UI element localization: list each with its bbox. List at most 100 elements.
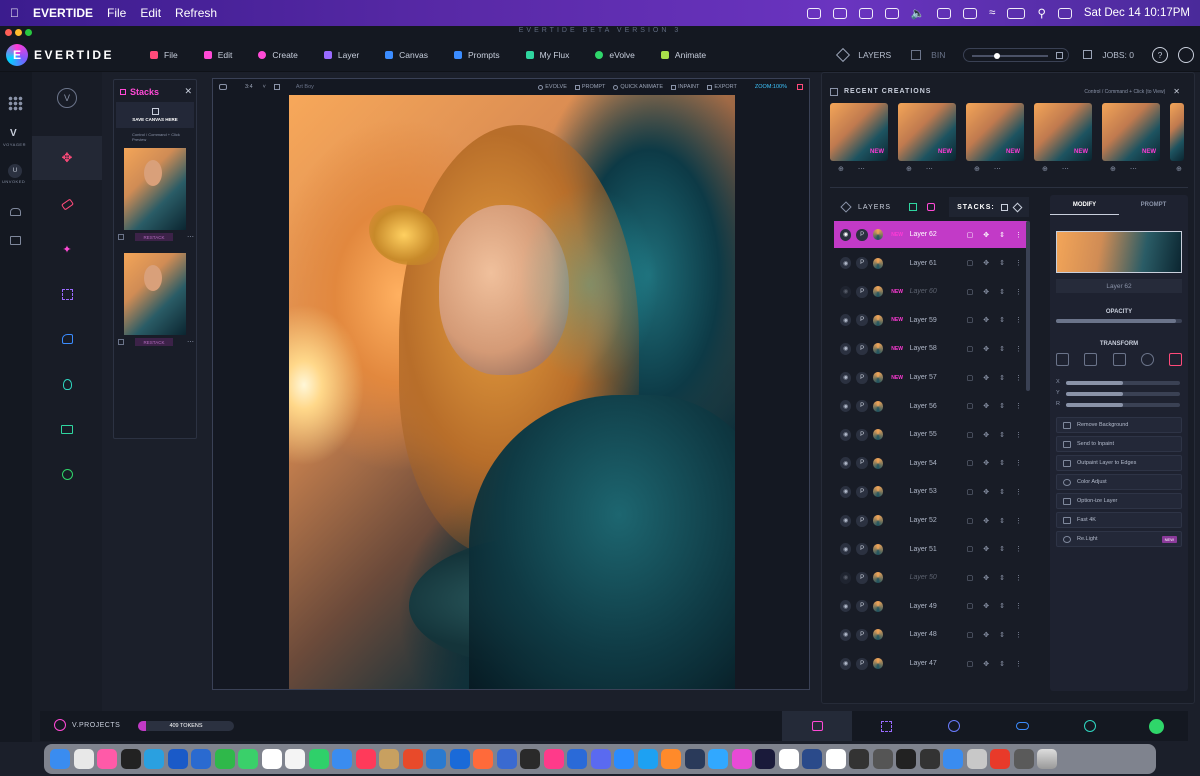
move-icon[interactable]: ✥ [983, 402, 989, 410]
prompt-badge[interactable]: P [856, 457, 868, 470]
launchpad-icon[interactable] [73, 749, 94, 769]
add-to-canvas-icon[interactable]: ⊕ [974, 165, 980, 173]
recent-creation-thumbnail[interactable]: NEW [1034, 103, 1092, 161]
chevron-up-down-icon[interactable]: ⇕ [999, 631, 1005, 639]
add-to-canvas-icon[interactable]: ⊕ [1176, 165, 1182, 173]
menu-create[interactable]: Create [258, 50, 298, 60]
eye-icon[interactable]: ◉ [840, 257, 852, 270]
music-icon[interactable] [355, 749, 376, 769]
lock-icon[interactable]: ▢ [967, 431, 974, 439]
trash-icon[interactable] [1037, 749, 1057, 769]
photoshop-icon[interactable] [684, 749, 705, 769]
move-icon[interactable]: ✥ [983, 488, 989, 496]
lock-icon[interactable]: ▢ [967, 402, 974, 410]
recent-creation-thumbnail[interactable]: NEW [898, 103, 956, 161]
stack-drag-icon[interactable] [118, 339, 124, 345]
layer-row[interactable]: ◉ P Layer 56 ▢ ✥ ⇕ ⋮ [834, 393, 1028, 420]
add-to-canvas-icon[interactable]: ⊕ [906, 165, 912, 173]
voyager-icon[interactable]: V [10, 128, 17, 139]
face-tool[interactable] [32, 452, 102, 496]
bottom-tab-animate[interactable] [920, 711, 988, 741]
more-vertical-icon[interactable]: ⋮ [1015, 517, 1022, 525]
menu-prompts[interactable]: Prompts [453, 50, 500, 60]
more-icon[interactable]: ⋯ [994, 165, 1001, 173]
eye-icon[interactable]: ◉ [840, 657, 852, 670]
zoom-slider-thumb[interactable] [994, 52, 1001, 59]
layer-row[interactable]: ◉ P Layer 55 ▢ ✥ ⇕ ⋮ [834, 421, 1028, 448]
more-vertical-icon[interactable]: ⋮ [1015, 574, 1022, 582]
facetime-icon[interactable] [214, 749, 235, 769]
canvas-lock-icon[interactable] [273, 84, 280, 90]
chevron-down-icon[interactable]: ˅ [263, 84, 266, 90]
recent-creation-thumbnail[interactable]: NEW [966, 103, 1024, 161]
menubar-refresh[interactable]: Refresh [175, 6, 217, 20]
trash-icon[interactable] [990, 749, 1010, 769]
battery-icon[interactable] [1007, 7, 1026, 19]
app-icon[interactable] [1013, 749, 1034, 769]
refresh-layer-icon[interactable] [927, 203, 936, 211]
chevron-up-down-icon[interactable]: ⇕ [999, 545, 1005, 553]
notes-icon[interactable] [261, 749, 282, 769]
r-slider[interactable] [1066, 403, 1180, 407]
save-canvas-button[interactable]: SAVE CANVAS HERE [116, 102, 194, 128]
prompt-badge[interactable]: P [856, 514, 868, 527]
opacity-slider[interactable] [1056, 319, 1182, 323]
more-icon[interactable]: ⋯ [1130, 165, 1137, 173]
more-vertical-icon[interactable]: ⋮ [1015, 374, 1022, 382]
eye-icon[interactable]: ◉ [840, 371, 852, 384]
eye-icon[interactable]: ◉ [840, 457, 852, 470]
layer-row[interactable]: ◉ P Layer 50 ▢ ✥ ⇕ ⋮ [834, 564, 1028, 591]
eye-icon[interactable]: ◉ [840, 628, 852, 641]
add-to-canvas-icon[interactable]: ⊕ [1042, 165, 1048, 173]
add-to-canvas-icon[interactable]: ⊕ [838, 165, 844, 173]
app-icon[interactable] [778, 749, 799, 769]
chevron-up-down-icon[interactable]: ⇕ [999, 574, 1005, 582]
chevron-up-down-icon[interactable]: ⇕ [999, 316, 1005, 324]
eye-icon[interactable]: ◉ [840, 600, 852, 613]
preview-icon[interactable] [966, 749, 987, 769]
eraser-tool[interactable] [32, 182, 102, 226]
tab-stacks[interactable]: STACKS: [949, 197, 1029, 217]
chevron-up-down-icon[interactable]: ⇕ [999, 231, 1005, 239]
more-icon[interactable]: ⋯ [187, 233, 194, 241]
tab-prompt[interactable]: PROMPT [1119, 195, 1188, 215]
shapes-tool[interactable] [32, 317, 102, 361]
affinity-icon[interactable] [543, 749, 564, 769]
user-avatar-icon[interactable] [1178, 46, 1194, 63]
zoom-readout[interactable]: ZOOM:100% [755, 84, 787, 90]
menu-edit[interactable]: Edit [203, 50, 232, 60]
canvas-name[interactable]: Art Boy [296, 84, 314, 90]
move-tool[interactable]: ✥ [32, 136, 102, 180]
pen-icon[interactable] [473, 749, 493, 769]
twitter-icon[interactable] [614, 749, 634, 769]
more-icon[interactable]: ⋯ [858, 165, 865, 173]
layer-row[interactable]: ◉ P NEW Layer 60 ▢ ✥ ⇕ ⋮ [834, 278, 1028, 305]
layer-row[interactable]: ◉ P Layer 47 ▢ ✥ ⇕ ⋮ [834, 650, 1028, 677]
prompt-badge[interactable]: P [856, 600, 868, 613]
menubar-file[interactable]: File [107, 6, 126, 20]
canvas-settings-icon[interactable] [797, 84, 803, 90]
prompt-badge[interactable]: P [856, 314, 868, 327]
chevron-up-down-icon[interactable]: ⇕ [999, 488, 1005, 496]
duplicate-icon[interactable] [1112, 353, 1126, 366]
eye-icon[interactable]: ◉ [840, 228, 852, 241]
app-icon[interactable] [708, 749, 728, 769]
zoom-slider[interactable] [963, 47, 1070, 62]
chevron-up-down-icon[interactable]: ⇕ [999, 602, 1005, 610]
evolve-button[interactable]: EVOLVE [538, 84, 567, 90]
move-icon[interactable]: ✥ [983, 288, 989, 296]
lock-icon[interactable]: ▢ [967, 517, 974, 525]
chevron-up-down-icon[interactable]: ⇕ [999, 288, 1005, 296]
menu-my-flux[interactable]: My Flux [525, 50, 569, 60]
menu-layer[interactable]: Layer [323, 50, 359, 60]
reset-icon[interactable] [1140, 353, 1154, 366]
status-icon[interactable] [884, 7, 899, 19]
close-icon[interactable]: ✕ [1173, 87, 1180, 96]
more-vertical-icon[interactable]: ⋮ [1015, 631, 1022, 639]
layer-row[interactable]: ◉ P NEW Layer 59 ▢ ✥ ⇕ ⋮ [834, 307, 1028, 334]
lock-icon[interactable]: ▢ [967, 231, 974, 239]
move-icon[interactable]: ✥ [983, 431, 989, 439]
more-icon[interactable]: ⋯ [926, 165, 933, 173]
restack-button[interactable]: RESTACK [135, 338, 173, 346]
search-icon[interactable]: ⚲ [1037, 6, 1045, 20]
